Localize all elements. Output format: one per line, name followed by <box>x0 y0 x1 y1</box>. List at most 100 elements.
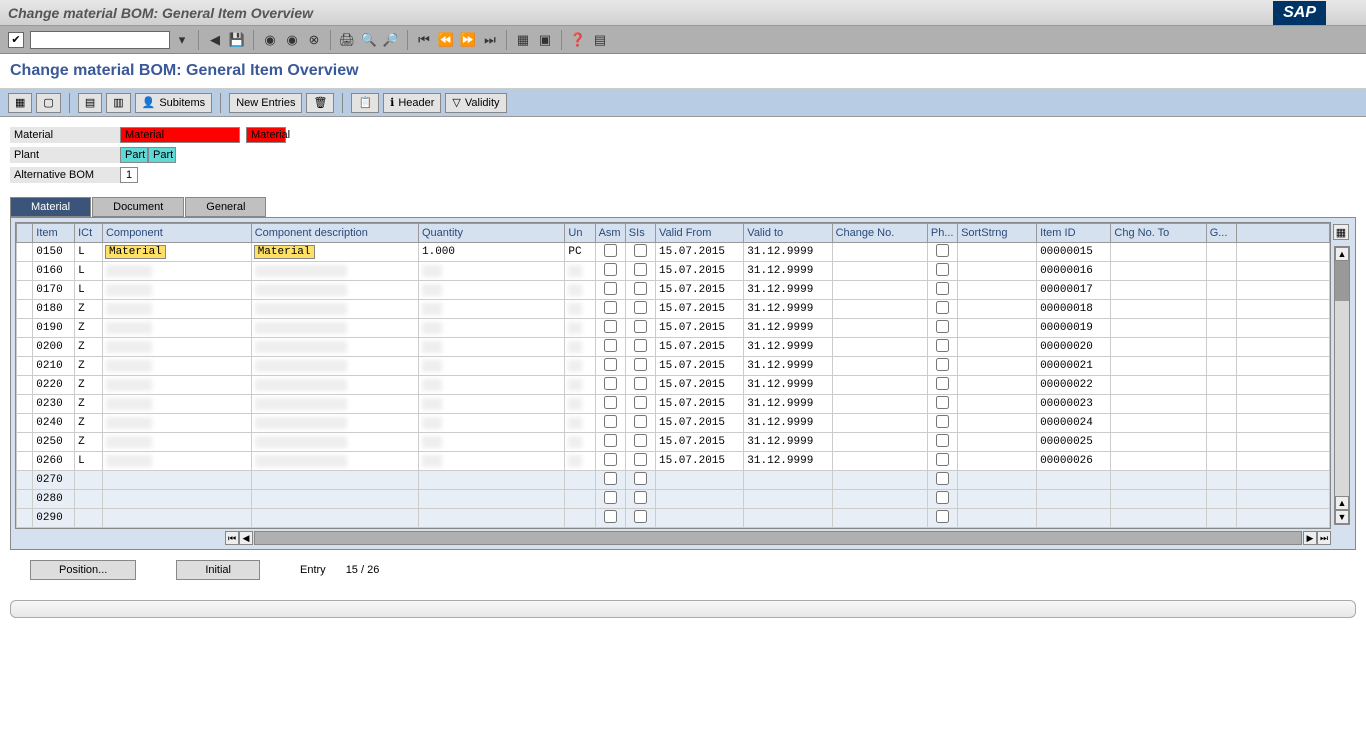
cell-change-no[interactable] <box>832 281 927 300</box>
cell-asm[interactable] <box>595 395 625 414</box>
cell-comp-desc[interactable] <box>251 509 418 528</box>
cell-comp-desc[interactable]: xxxx xxxx xxxx <box>251 414 418 433</box>
cell-sortstrng[interactable] <box>958 490 1037 509</box>
row-selector[interactable] <box>17 395 33 414</box>
row-selector[interactable] <box>17 452 33 471</box>
cell-chg-no-to[interactable] <box>1111 357 1206 376</box>
shortcut-icon[interactable]: ▣ <box>535 30 555 50</box>
cell-comp-desc[interactable]: xxxx xxxx xxxx <box>251 357 418 376</box>
cell-ph[interactable] <box>927 281 957 300</box>
cell-item[interactable]: 0180 <box>33 300 75 319</box>
cell-component[interactable]: xxxxxxx <box>102 433 251 452</box>
cell-valid-to[interactable]: 31.12.9999 <box>744 395 832 414</box>
row-selector[interactable] <box>17 509 33 528</box>
tab-general[interactable]: General <box>185 197 266 217</box>
cell-qty[interactable] <box>419 490 565 509</box>
cell-valid-from[interactable]: 15.07.2015 <box>656 319 744 338</box>
scroll-left-icon[interactable]: ◀ <box>239 531 253 545</box>
cell-sortstrng[interactable] <box>958 376 1037 395</box>
cell-sis[interactable] <box>625 395 655 414</box>
cell-sortstrng[interactable] <box>958 509 1037 528</box>
cell-asm[interactable] <box>595 490 625 509</box>
cell-comp-desc[interactable]: xxxx xxxx xxxx <box>251 433 418 452</box>
vertical-scrollbar[interactable]: ▲ ▲ ▼ <box>1334 246 1350 525</box>
tab-material[interactable]: Material <box>10 197 91 217</box>
cell-g[interactable] <box>1206 490 1236 509</box>
cell-sis[interactable] <box>625 509 655 528</box>
scroll-up-icon[interactable]: ▲ <box>1335 247 1349 261</box>
cell-g[interactable] <box>1206 338 1236 357</box>
copy-button[interactable]: 📋 <box>351 93 379 113</box>
cell-tail[interactable] <box>1236 471 1329 490</box>
cell-qty[interactable]: 1.000 <box>419 243 565 262</box>
cell-valid-to[interactable]: 31.12.9999 <box>744 300 832 319</box>
cell-valid-from[interactable] <box>656 471 744 490</box>
cell-item-id[interactable] <box>1037 490 1111 509</box>
cell-ict[interactable]: Z <box>75 357 103 376</box>
cell-qty[interactable]: xxx <box>419 376 565 395</box>
cell-comp-desc[interactable]: xxxx xxxx xxxx <box>251 395 418 414</box>
cell-sortstrng[interactable] <box>958 319 1037 338</box>
next-page-icon[interactable]: ⏩ <box>458 30 478 50</box>
row-selector[interactable] <box>17 281 33 300</box>
col-component[interactable]: Component <box>102 224 251 243</box>
table-row[interactable]: 0150LMaterialMaterial1.000PC15.07.201531… <box>17 243 1330 262</box>
cell-tail[interactable] <box>1236 300 1329 319</box>
scroll-left-end-icon[interactable]: ⏮ <box>225 531 239 545</box>
cell-change-no[interactable] <box>832 490 927 509</box>
cell-qty[interactable]: xxx <box>419 452 565 471</box>
cell-change-no[interactable] <box>832 471 927 490</box>
cell-item[interactable]: 0260 <box>33 452 75 471</box>
cell-un[interactable] <box>565 509 595 528</box>
cell-ict[interactable] <box>75 471 103 490</box>
cell-item[interactable]: 0220 <box>33 376 75 395</box>
cell-valid-from[interactable]: 15.07.2015 <box>656 281 744 300</box>
cell-valid-from[interactable]: 15.07.2015 <box>656 395 744 414</box>
cell-comp-desc[interactable]: Material <box>251 243 418 262</box>
cell-sis[interactable] <box>625 471 655 490</box>
cell-g[interactable] <box>1206 395 1236 414</box>
cell-item[interactable]: 0230 <box>33 395 75 414</box>
table-row[interactable]: 0160Lxxxxxxxxxxx xxxx xxxxxxxxx15.07.201… <box>17 262 1330 281</box>
cell-qty[interactable] <box>419 509 565 528</box>
cell-ict[interactable]: Z <box>75 414 103 433</box>
cell-valid-from[interactable]: 15.07.2015 <box>656 262 744 281</box>
cell-comp-desc[interactable]: xxxx xxxx xxxx <box>251 281 418 300</box>
cell-item-id[interactable]: 00000024 <box>1037 414 1111 433</box>
cell-valid-from[interactable]: 15.07.2015 <box>656 357 744 376</box>
cell-comp-desc[interactable]: xxxx xxxx xxxx <box>251 262 418 281</box>
tab-document[interactable]: Document <box>92 197 184 217</box>
col-quantity[interactable]: Quantity <box>419 224 565 243</box>
help-icon[interactable]: ❓ <box>568 30 588 50</box>
cell-valid-from[interactable]: 15.07.2015 <box>656 433 744 452</box>
cell-un[interactable]: PC <box>565 243 595 262</box>
cell-change-no[interactable] <box>832 452 927 471</box>
cell-qty[interactable]: xxx <box>419 395 565 414</box>
cell-valid-from[interactable]: 15.07.2015 <box>656 414 744 433</box>
col-item[interactable]: Item <box>33 224 75 243</box>
cell-qty[interactable]: xxx <box>419 281 565 300</box>
save-icon[interactable]: 💾 <box>227 30 247 50</box>
cell-ph[interactable] <box>927 452 957 471</box>
cell-g[interactable] <box>1206 376 1236 395</box>
cell-tail[interactable] <box>1236 452 1329 471</box>
material-field-2[interactable]: Material <box>246 127 286 143</box>
cell-chg-no-to[interactable] <box>1111 262 1206 281</box>
cell-ph[interactable] <box>927 376 957 395</box>
cell-valid-to[interactable]: 31.12.9999 <box>744 281 832 300</box>
cell-item[interactable]: 0160 <box>33 262 75 281</box>
cell-chg-no-to[interactable] <box>1111 243 1206 262</box>
cell-change-no[interactable] <box>832 262 927 281</box>
cell-ph[interactable] <box>927 300 957 319</box>
cell-tail[interactable] <box>1236 243 1329 262</box>
cell-valid-to[interactable]: 31.12.9999 <box>744 243 832 262</box>
cell-tail[interactable] <box>1236 376 1329 395</box>
cell-asm[interactable] <box>595 281 625 300</box>
cell-item-id[interactable] <box>1037 509 1111 528</box>
cell-component[interactable]: xxxxxxx <box>102 319 251 338</box>
cell-ph[interactable] <box>927 395 957 414</box>
scroll-right-icon[interactable]: ▶ <box>1303 531 1317 545</box>
cell-ict[interactable]: Z <box>75 300 103 319</box>
select-all-button[interactable]: ▦ <box>8 93 32 113</box>
cell-valid-to[interactable]: 31.12.9999 <box>744 452 832 471</box>
